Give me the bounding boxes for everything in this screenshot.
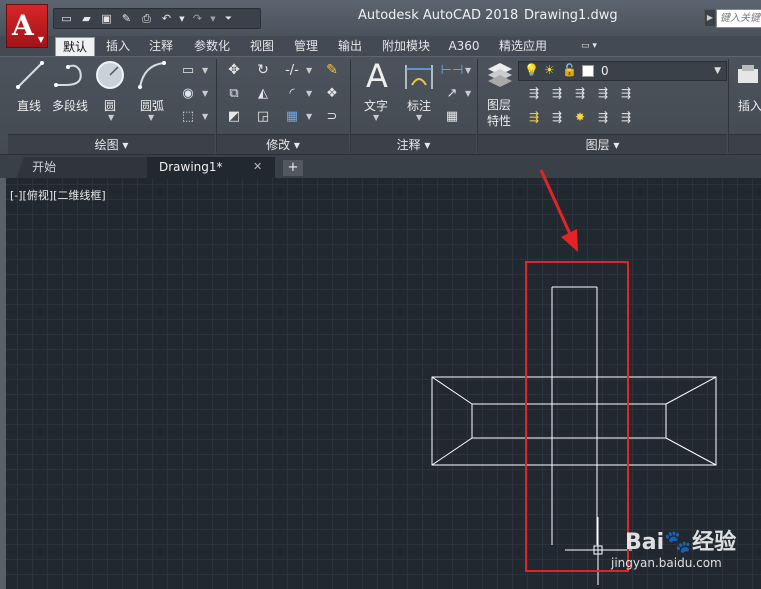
paw-logo-icon: 🐾 <box>664 530 692 555</box>
drawing-geometry <box>431 169 717 585</box>
autocad-logo-icon: A <box>12 9 34 42</box>
corner-line <box>431 376 473 405</box>
watermark-url: jingyan.baidu.com <box>611 556 722 570</box>
corner-line <box>431 437 473 466</box>
crosshair-cursor <box>565 517 632 585</box>
watermark-brand: Bai🐾经验 <box>625 530 737 555</box>
corner-line <box>665 437 717 466</box>
vertical-bar[interactable] <box>551 286 598 545</box>
horizontal-frustum[interactable] <box>431 376 717 466</box>
corner-line <box>665 376 717 405</box>
outer-rectangle[interactable] <box>431 376 717 466</box>
chevron-down-icon: ▼ <box>37 35 44 44</box>
highlight-box <box>525 261 629 572</box>
application-menu-button[interactable]: A ▼ <box>6 4 48 48</box>
inner-rectangle[interactable] <box>471 403 667 439</box>
red-arrow-annotation <box>539 169 578 252</box>
